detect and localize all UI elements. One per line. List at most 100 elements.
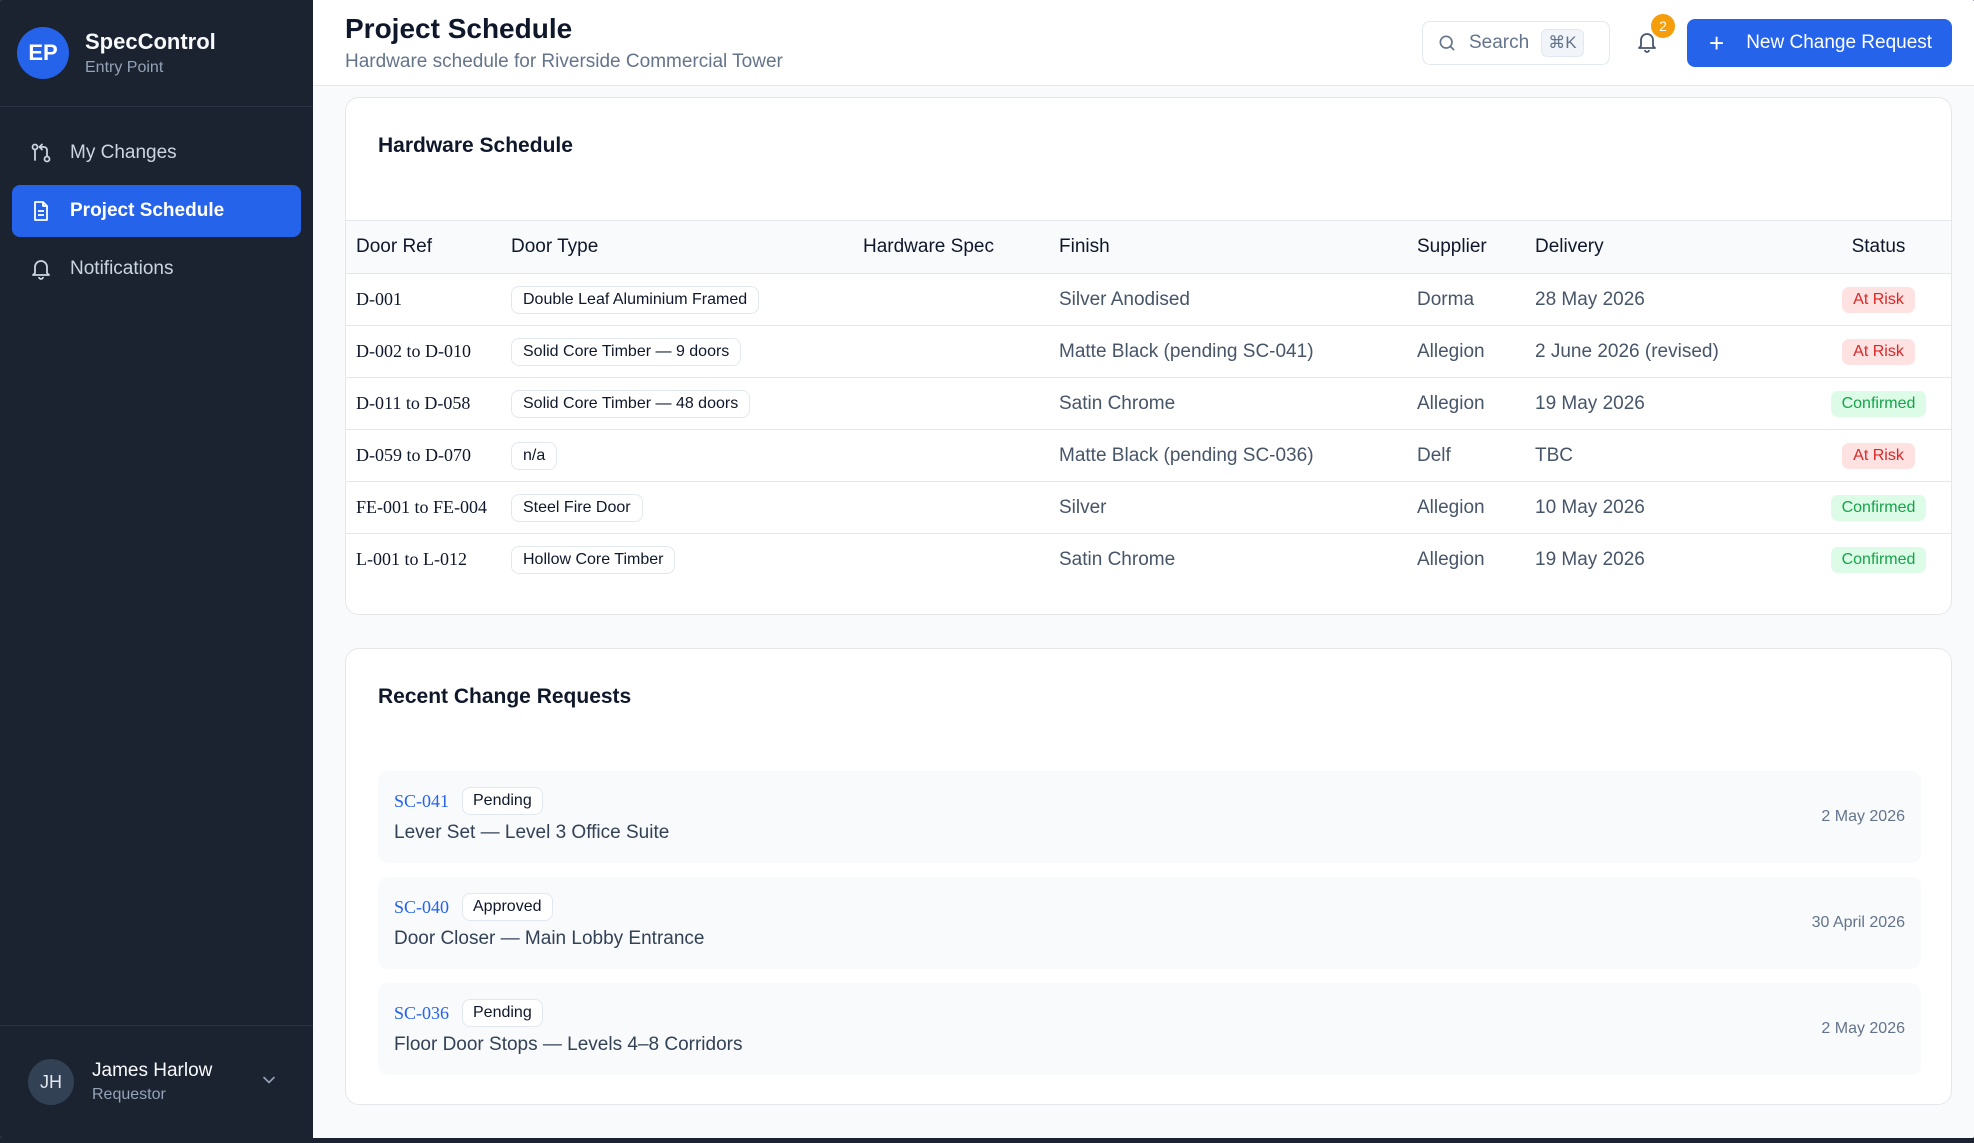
column-finish[interactable]: Finish [1049, 221, 1407, 274]
status-badge: Confirmed [1830, 546, 1927, 573]
document-icon [28, 198, 54, 224]
supplier: Allegion [1407, 325, 1525, 378]
sidebar-item-label: Notifications [70, 258, 174, 279]
door-type-pill: n/a [511, 441, 558, 470]
change-request-status-badge: Pending [462, 999, 543, 1027]
status-badge: Confirmed [1830, 494, 1927, 521]
avatar: JH [28, 1059, 74, 1105]
door-type-pill: Double Leaf Aluminium Framed [511, 285, 760, 314]
status-badge: At Risk [1842, 286, 1915, 313]
main-content: Project Schedule Hardware schedule for R… [313, 0, 1974, 1138]
finish: Matte Black (pending SC-036) [1049, 429, 1407, 482]
supplier: Allegion [1417, 548, 1485, 570]
change-request-status-badge: Approved [462, 893, 553, 921]
user-role: Requestor [92, 1086, 166, 1103]
door-type-pill: Hollow Core Timber [511, 545, 676, 574]
user-menu[interactable]: JH James Harlow Requestor [0, 1025, 313, 1138]
new-change-request-button[interactable]: + New Change Request [1687, 19, 1952, 67]
finish: Satin Chrome [1049, 377, 1407, 430]
change-request-status-badge: Pending [462, 787, 543, 815]
delivery: 19 May 2026 [1535, 548, 1645, 570]
column-delivery[interactable]: Delivery [1525, 221, 1806, 274]
delivery: 2 June 2026 (revised) [1525, 325, 1806, 378]
column-status[interactable]: Status [1806, 221, 1951, 274]
door-ref: FE-001 to FE-004 [346, 481, 501, 534]
hardware-spec [853, 429, 1049, 482]
table-row[interactable]: D-011 to D-058 Solid Core Timber — 48 do… [346, 377, 1951, 430]
brand[interactable]: EP SpecControl Entry Point [0, 0, 313, 107]
change-request-date: 2 May 2026 [1821, 808, 1905, 825]
table-row[interactable]: D-059 to D-070 n/a Matte Black (pending … [346, 429, 1951, 482]
sidebar-item-my-changes[interactable]: My Changes [12, 127, 301, 179]
change-request-item[interactable]: SC-041 Pending Lever Set — Level 3 Offic… [378, 771, 1921, 863]
bell-icon [28, 256, 54, 282]
brand-subtitle: Entry Point [85, 59, 164, 76]
change-request-date: 30 April 2026 [1811, 914, 1905, 931]
status-cell: At Risk [1806, 429, 1951, 482]
plus-icon: + [1709, 28, 1725, 58]
door-type-cell: Hollow Core Timber [501, 534, 853, 586]
door-ref: D-011 to D-058 [346, 377, 501, 430]
hardware-schedule-title: Hardware Schedule [378, 134, 573, 157]
door-ref: L-001 to L-012 [356, 549, 467, 570]
change-request-id[interactable]: SC-040 [394, 897, 449, 918]
finish: Satin Chrome [1059, 548, 1176, 570]
column-door-type[interactable]: Door Type [501, 221, 853, 274]
door-type-cell: Steel Fire Door [501, 481, 853, 534]
search-shortcut: ⌘K [1541, 29, 1584, 57]
supplier: Dorma [1407, 273, 1525, 326]
finish: Silver [1049, 481, 1407, 534]
page-title: Project Schedule [345, 13, 573, 44]
door-ref: D-001 [346, 273, 501, 326]
column-door-ref[interactable]: Door Ref [346, 221, 501, 274]
new-change-request-label: New Change Request [1746, 32, 1933, 53]
topbar: Project Schedule Hardware schedule for R… [313, 0, 1974, 86]
door-type-cell: Solid Core Timber — 9 doors [501, 325, 853, 378]
change-request-date: 2 May 2026 [1821, 1020, 1905, 1037]
change-request-item[interactable]: SC-040 Approved Door Closer — Main Lobby… [378, 877, 1921, 969]
hardware-spec [853, 377, 1049, 430]
supplier: Delf [1407, 429, 1525, 482]
sidebar: EP SpecControl Entry Point My Changes Pr… [0, 0, 313, 1138]
search-icon [1439, 35, 1455, 51]
column-supplier[interactable]: Supplier [1407, 221, 1525, 274]
door-type-pill: Steel Fire Door [511, 493, 643, 522]
status-cell: Confirmed [1806, 534, 1951, 586]
door-type-pill: Solid Core Timber — 48 doors [511, 389, 751, 418]
status-badge: At Risk [1842, 442, 1915, 469]
notification-count-badge: 2 [1651, 14, 1675, 38]
sidebar-item-notifications[interactable]: Notifications [12, 243, 301, 295]
door-ref: D-059 to D-070 [346, 429, 501, 482]
chevron-down-icon[interactable] [259, 1070, 279, 1090]
hardware-spec [853, 534, 1049, 586]
table-row[interactable]: D-002 to D-010 Solid Core Timber — 9 doo… [346, 325, 1951, 378]
search-input[interactable]: Search ⌘K [1422, 21, 1610, 65]
finish: Silver Anodised [1049, 273, 1407, 326]
status-cell: At Risk [1806, 273, 1951, 326]
change-request-title: Door Closer — Main Lobby Entrance [394, 928, 705, 949]
page-subtitle: Hardware schedule for Riverside Commerci… [345, 51, 783, 72]
column-hardware-spec[interactable]: Hardware Spec [853, 221, 1049, 274]
finish: Matte Black (pending SC-041) [1049, 325, 1407, 378]
git-compare-icon [28, 140, 54, 166]
table-row[interactable]: FE-001 to FE-004 Steel Fire Door Silver … [346, 481, 1951, 534]
supplier: Allegion [1407, 377, 1525, 430]
sidebar-item-project-schedule[interactable]: Project Schedule [12, 185, 301, 237]
hardware-schedule-card: Hardware Schedule Door Ref Door Type Har… [345, 97, 1952, 615]
user-name: James Harlow [92, 1060, 213, 1081]
door-type-cell: Double Leaf Aluminium Framed [501, 273, 853, 326]
change-request-id[interactable]: SC-041 [394, 791, 449, 812]
status-cell: Confirmed [1806, 377, 1951, 430]
supplier: Allegion [1407, 481, 1525, 534]
change-request-title: Floor Door Stops — Levels 4–8 Corridors [394, 1034, 743, 1055]
change-request-id[interactable]: SC-036 [394, 1003, 449, 1024]
hardware-spec [853, 481, 1049, 534]
table-row[interactable]: L-001 to L-012 Hollow Core Timber Satin … [346, 534, 1951, 586]
change-request-title: Lever Set — Level 3 Office Suite [394, 822, 670, 843]
brand-avatar: EP [17, 27, 69, 79]
status-badge: At Risk [1842, 338, 1915, 365]
user-text: James Harlow Requestor [92, 1060, 212, 1104]
table-header-row: Door Ref Door Type Hardware Spec Finish … [346, 220, 1951, 274]
table-row[interactable]: D-001 Double Leaf Aluminium Framed Silve… [346, 273, 1951, 326]
change-request-item[interactable]: SC-036 Pending Floor Door Stops — Levels… [378, 983, 1921, 1075]
